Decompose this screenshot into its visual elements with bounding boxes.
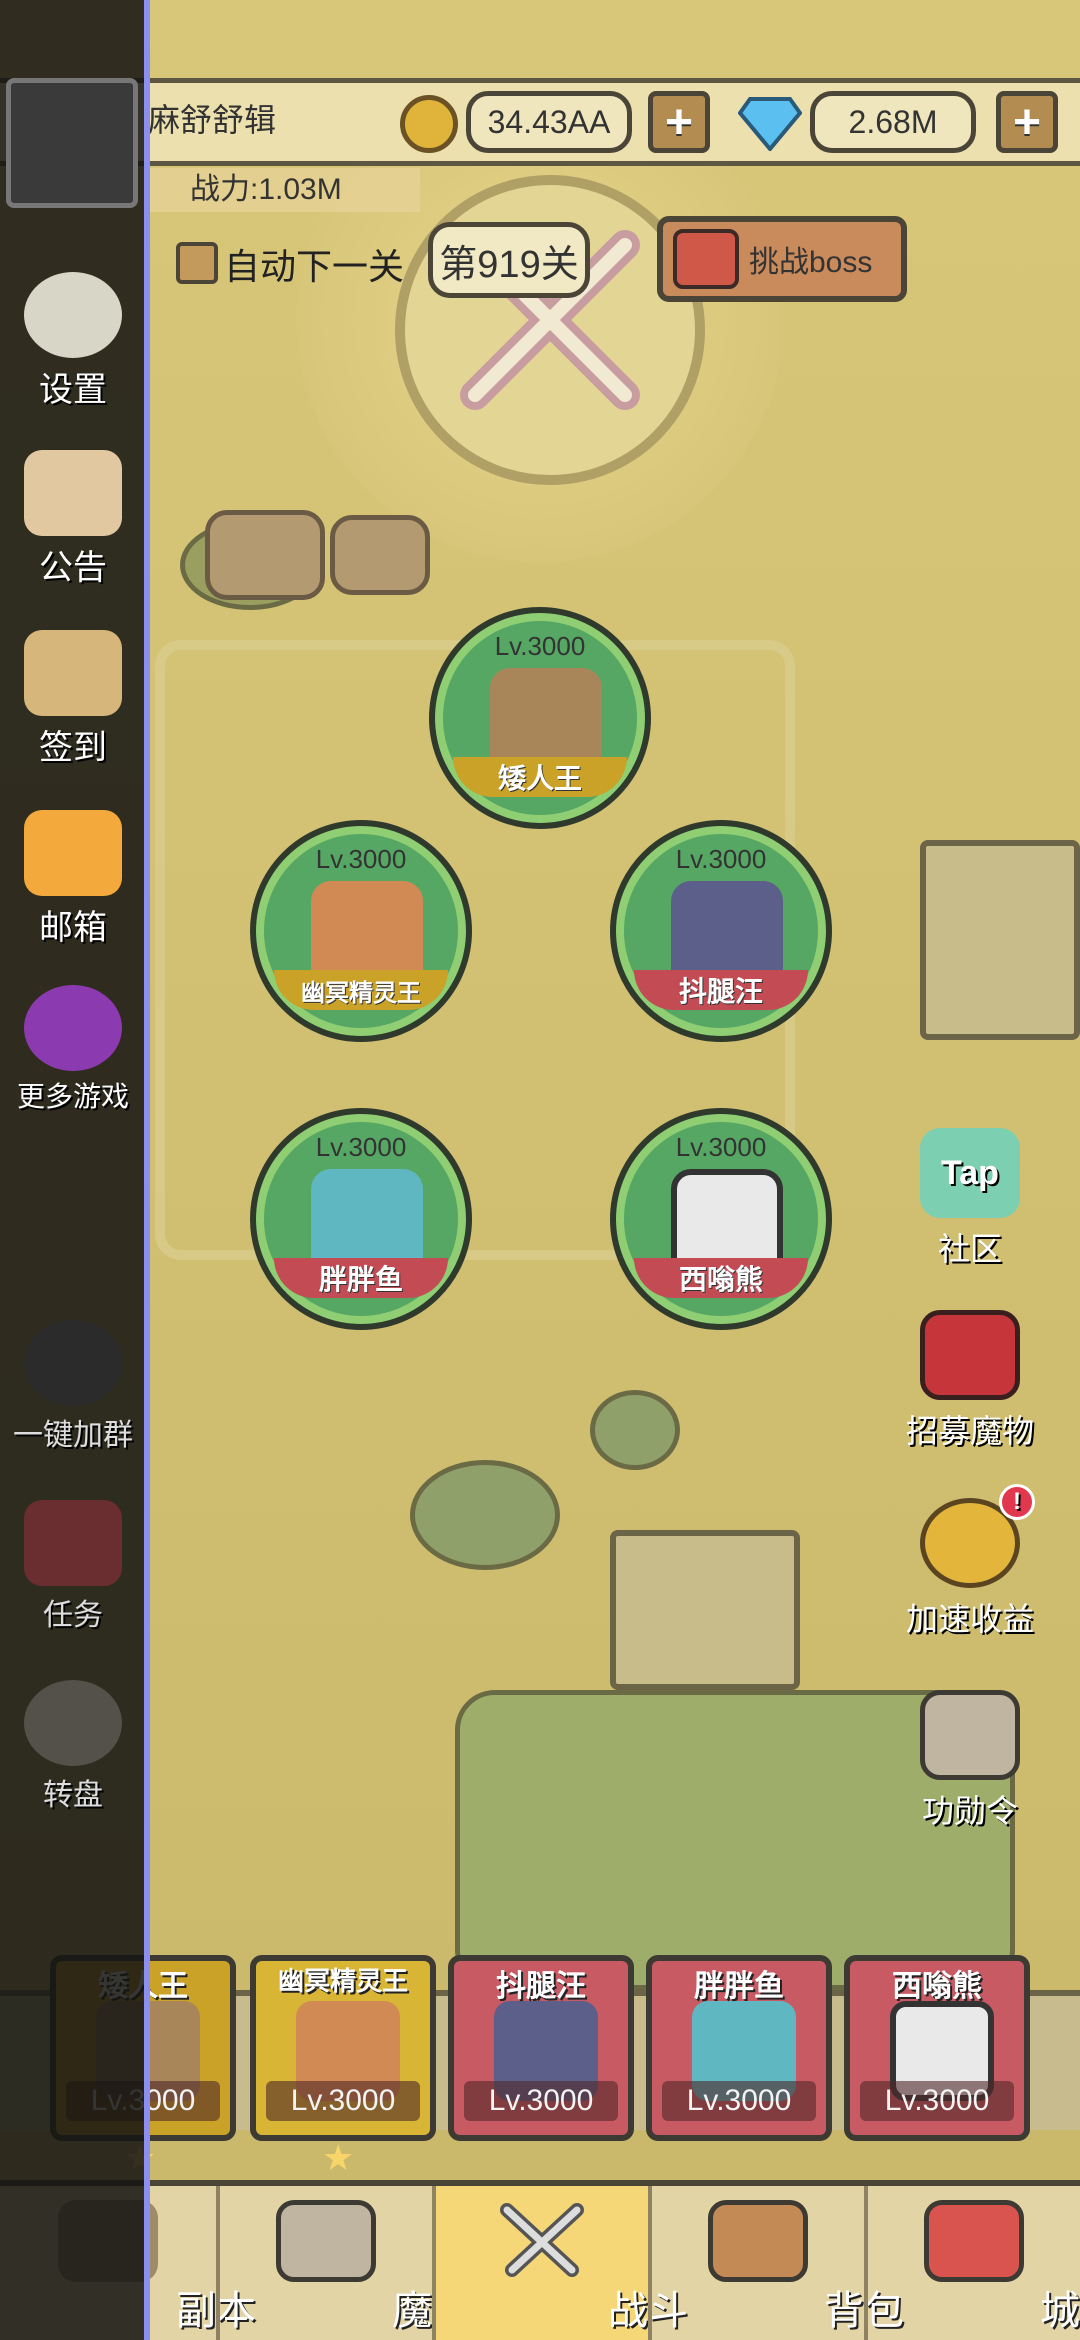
hero-name: 胖胖鱼 (274, 1258, 448, 1298)
hero-slot[interactable]: Lv.3000 矮人王 (429, 607, 651, 829)
hero-slot[interactable]: Lv.3000 胖胖鱼 (250, 1108, 472, 1330)
boss-face-icon (673, 229, 739, 289)
notice-label: 公告 (39, 549, 107, 587)
hero-slot[interactable]: Lv.3000 幽冥精灵王 (250, 820, 472, 1042)
player-name: 麻舒舒辑 (148, 102, 277, 138)
notice-button[interactable]: 公告 (8, 450, 138, 589)
hero-level: Lv.3000 (315, 1132, 407, 1162)
mail-icon (24, 810, 122, 896)
map-building (610, 1530, 800, 1690)
map-rock (205, 510, 325, 600)
card-name: 西嗡熊 (892, 1970, 982, 2003)
add-gold-button[interactable]: + (648, 91, 710, 153)
card-name: 胖胖鱼 (694, 1970, 784, 2003)
gem-amount: 2.68M (810, 91, 976, 153)
checkin-button[interactable]: 签到 (8, 630, 138, 769)
card-level: Lv.3000 (266, 2081, 420, 2121)
team-card[interactable]: 幽冥精灵王 Lv.3000 (250, 1955, 436, 2141)
team-card[interactable]: 胖胖鱼 Lv.3000 (646, 1955, 832, 2141)
gear-icon (24, 272, 122, 358)
more-games-button[interactable]: 更多游戏 (8, 985, 138, 1115)
speed-income-label: 加速收益 (905, 1601, 1034, 1637)
settings-button[interactable]: 设置 (8, 272, 138, 411)
quest-book-icon (24, 1500, 122, 1586)
card-level: Lv.3000 (860, 2081, 1014, 2121)
quest-label: 任务 (43, 1599, 103, 1632)
hero-level: Lv.3000 (675, 844, 767, 874)
wheel-icon (24, 1680, 122, 1766)
star-icon: ★ (322, 2138, 355, 2179)
gold-coin-icon (400, 95, 458, 153)
notification-badge: ! (999, 1484, 1035, 1520)
tap-cloud-icon: Tap (920, 1128, 1020, 1218)
add-gems-button[interactable]: + (996, 91, 1058, 153)
community-button[interactable]: Tap 社区 (895, 1128, 1045, 1270)
tab-label: 城镇 (1040, 2289, 1080, 2333)
card-name: 抖腿汪 (496, 1970, 586, 2003)
notice-icon (24, 450, 122, 536)
more-games-icon (24, 985, 122, 1071)
monster-helmet-icon (276, 2200, 376, 2282)
recruit-banner-icon (920, 1310, 1020, 1400)
hero-name: 矮人王 (453, 757, 627, 797)
community-label: 社区 (937, 1231, 1002, 1267)
tab-backpack[interactable]: 背包 (648, 2186, 904, 2340)
hero-slot[interactable]: Lv.3000 抖腿汪 (610, 820, 832, 1042)
hero-level: Lv.3000 (494, 631, 586, 661)
tab-monster[interactable]: 魔物 (216, 2186, 472, 2340)
top-resource-bar: 麻舒舒辑 34.43AA + 2.68M + (0, 78, 1080, 166)
backpack-icon (708, 2200, 808, 2282)
player-avatar[interactable] (6, 78, 138, 208)
challenge-boss-button[interactable]: 挑战boss (657, 216, 907, 302)
map-bush (410, 1460, 560, 1570)
more-games-label: 更多游戏 (16, 1081, 129, 1112)
merit-order-button[interactable]: 功勋令 (895, 1690, 1045, 1832)
power-text: 战力:1.03M (190, 173, 342, 206)
join-group-label: 一键加群 (13, 1419, 133, 1452)
mailbox-button[interactable]: 邮箱 (8, 810, 138, 949)
map-bush (590, 1390, 680, 1470)
team-card[interactable]: 西嗡熊 Lv.3000 (844, 1955, 1030, 2141)
town-icon (924, 2200, 1024, 2282)
tab-battle[interactable]: 战斗 (432, 2186, 688, 2340)
hero-name: 西嗡熊 (634, 1258, 808, 1298)
card-name: 幽冥精灵王 (277, 1966, 408, 1996)
tab-town[interactable]: 城镇 (864, 2186, 1080, 2340)
quest-button[interactable]: 任务 (8, 1500, 138, 1634)
map-rock (330, 515, 430, 595)
stage-level: 第919关 (428, 222, 590, 298)
left-side-panel: 设置 公告 签到 邮箱 更多游戏 一键加群 任务 转盘 (0, 0, 150, 2340)
hero-level: Lv.3000 (315, 844, 407, 874)
scroll-icon (24, 630, 122, 716)
settings-label: 设置 (39, 371, 107, 409)
recruit-monster-button[interactable]: 招募魔物 (895, 1310, 1045, 1452)
swords-icon (500, 2203, 584, 2277)
card-level: Lv.3000 (662, 2081, 816, 2121)
power-display: 战力:1.03M (150, 168, 420, 212)
merit-label: 功勋令 (921, 1793, 1018, 1829)
challenge-boss-label: 挑战boss (749, 246, 873, 279)
auto-next-label: 自动下一关 (224, 246, 405, 287)
mailbox-label: 邮箱 (39, 909, 107, 947)
hero-name: 抖腿汪 (634, 970, 808, 1010)
recruit-label: 招募魔物 (905, 1413, 1034, 1449)
qq-icon (24, 1320, 122, 1406)
team-card[interactable]: 抖腿汪 Lv.3000 (448, 1955, 634, 2141)
diamond-icon (738, 97, 802, 151)
auto-next-checkbox[interactable] (176, 242, 218, 284)
map-building (920, 840, 1080, 1040)
hero-slot[interactable]: Lv.3000 西嗡熊 (610, 1108, 832, 1330)
gold-amount: 34.43AA (466, 91, 632, 153)
wheel-label: 转盘 (43, 1779, 103, 1812)
helmet-icon (920, 1690, 1020, 1780)
hero-level: Lv.3000 (675, 1132, 767, 1162)
checkin-label: 签到 (39, 729, 107, 767)
speed-income-button[interactable]: 加速收益 ! (895, 1484, 1045, 1640)
card-level: Lv.3000 (464, 2081, 618, 2121)
join-group-button[interactable]: 一键加群 (8, 1320, 138, 1454)
hero-name: 幽冥精灵王 (274, 970, 448, 1010)
wheel-button[interactable]: 转盘 (8, 1680, 138, 1814)
